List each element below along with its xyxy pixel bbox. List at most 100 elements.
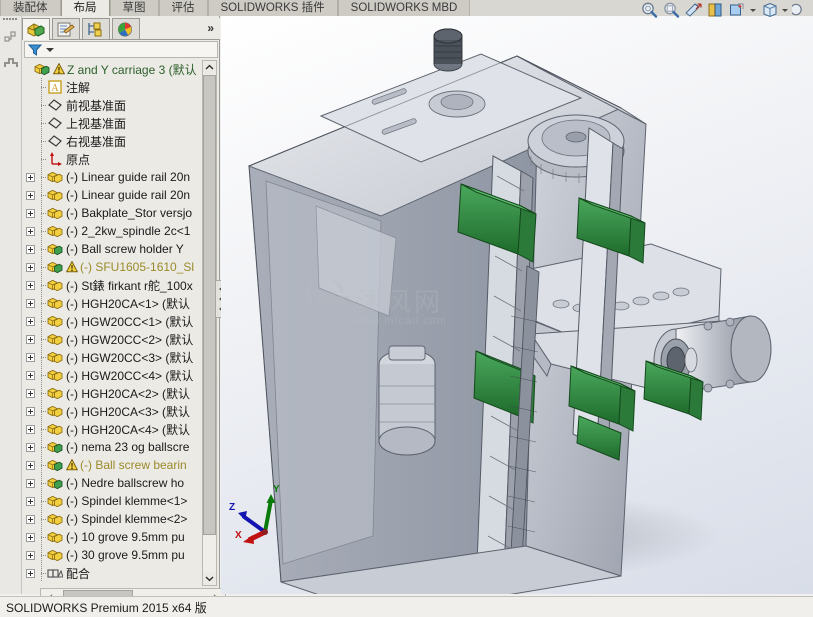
hide-show-items-caret-icon[interactable] bbox=[782, 1, 789, 19]
feature-manager-tab-bar: » bbox=[22, 18, 220, 40]
expand-toggle-icon[interactable] bbox=[26, 550, 35, 560]
feature-tree-item[interactable]: (-) HGW20CC<2> (默认 bbox=[24, 330, 204, 348]
component-icon bbox=[47, 224, 63, 238]
tree-connector bbox=[37, 402, 47, 420]
feature-tree-item[interactable]: (-) HGH20CA<1> (默认 bbox=[24, 294, 204, 312]
expand-toggle-icon[interactable] bbox=[26, 244, 35, 254]
expand-toggle-icon[interactable] bbox=[26, 496, 35, 506]
expand-toggle-icon[interactable] bbox=[26, 460, 35, 470]
graphics-viewport[interactable]: 沐风网 www.mfcad.com Y Z X bbox=[221, 16, 813, 594]
expand-toggle-icon[interactable] bbox=[26, 478, 35, 488]
feature-tree-item[interactable]: 右视基准面 bbox=[24, 132, 204, 150]
feature-tree-item[interactable]: A 注解 bbox=[24, 78, 204, 96]
feature-manager-tab-expander[interactable]: » bbox=[207, 21, 214, 35]
flyout-tree-icon[interactable] bbox=[4, 30, 18, 44]
tree-connector bbox=[37, 474, 47, 492]
feature-tree-item[interactable]: (-) HGH20CA<4> (默认 bbox=[24, 420, 204, 438]
component-icon bbox=[47, 494, 63, 508]
feature-tree-item[interactable]: (-) nema 23 og ballscre bbox=[24, 438, 204, 456]
appearance-icon[interactable] bbox=[790, 1, 811, 19]
feature-tree-item[interactable]: 前视基准面 bbox=[24, 96, 204, 114]
mates-icon bbox=[47, 566, 64, 580]
feature-tree-item[interactable]: (-) 2_2kw_spindle 2c<1 bbox=[24, 222, 204, 240]
feature-tree-item[interactable]: (-) HGW20CC<3> (默认 bbox=[24, 348, 204, 366]
expand-toggle-icon[interactable] bbox=[26, 334, 35, 344]
display-style-caret-icon[interactable] bbox=[750, 1, 757, 19]
feature-tree-item[interactable]: Z and Y carriage 3 (默认 bbox=[24, 60, 204, 78]
plane-icon bbox=[47, 134, 63, 148]
expand-toggle-icon[interactable] bbox=[26, 280, 35, 290]
assembly-icon bbox=[47, 476, 63, 490]
feature-manager-design-tree-tab[interactable] bbox=[22, 18, 50, 40]
expand-toggle-icon[interactable] bbox=[26, 442, 35, 452]
expand-toggle-icon[interactable] bbox=[26, 316, 35, 326]
expand-toggle-icon[interactable] bbox=[26, 514, 35, 524]
display-manager-tab[interactable] bbox=[112, 18, 140, 39]
expand-toggle-icon[interactable] bbox=[26, 388, 35, 398]
property-manager-tab[interactable] bbox=[52, 18, 80, 39]
strip-grip-handle[interactable] bbox=[3, 18, 19, 22]
feature-tree-item[interactable]: (-) Nedre ballscrew ho bbox=[24, 474, 204, 492]
section-view-icon[interactable] bbox=[684, 1, 703, 19]
expand-toggle-icon[interactable] bbox=[26, 226, 35, 236]
scroll-up-button[interactable] bbox=[203, 61, 216, 74]
feature-tree-item[interactable]: (-) SFU1605-1610_Sl bbox=[24, 258, 204, 276]
tree-connector bbox=[37, 384, 47, 402]
display-style-icon[interactable] bbox=[728, 1, 747, 19]
filter-dropdown-caret-icon[interactable] bbox=[46, 47, 54, 52]
expand-toggle-icon[interactable] bbox=[26, 262, 35, 272]
configuration-manager-tab[interactable] bbox=[82, 18, 110, 39]
feature-tree-item[interactable]: (-) HGH20CA<3> (默认 bbox=[24, 402, 204, 420]
feature-tree-item[interactable]: (-) HGW20CC<1> (默认 bbox=[24, 312, 204, 330]
zoom-to-fit-icon[interactable] bbox=[640, 1, 659, 19]
feature-tree-item[interactable]: (-) Linear guide rail 20n bbox=[24, 186, 204, 204]
feature-tree-item[interactable]: (-) Ball screw bearin bbox=[24, 456, 204, 474]
zoom-to-area-icon[interactable] bbox=[662, 1, 681, 19]
feature-tree-vertical-scrollbar[interactable] bbox=[202, 60, 217, 586]
feature-tree-item[interactable]: 上视基准面 bbox=[24, 114, 204, 132]
tree-connector bbox=[37, 348, 47, 366]
expand-toggle-icon[interactable] bbox=[26, 172, 35, 182]
tree-connector bbox=[37, 438, 47, 456]
feature-tree-item[interactable]: (-) 10 grove 9.5mm pu bbox=[24, 528, 204, 546]
feature-tree-item-label: (-) 30 grove 9.5mm pu bbox=[66, 548, 185, 562]
expand-toggle-icon[interactable] bbox=[26, 352, 35, 362]
feature-tree-item-label: (-) 10 grove 9.5mm pu bbox=[66, 530, 185, 544]
expand-toggle-icon[interactable] bbox=[26, 568, 35, 578]
feature-tree-item[interactable]: 配合 bbox=[24, 564, 204, 582]
feature-tree-item[interactable]: (-) Spindel klemme<2> bbox=[24, 510, 204, 528]
ribbon-tab-solidworks-mbd[interactable]: SOLIDWORKS MBD bbox=[337, 0, 471, 16]
scroll-down-button[interactable] bbox=[203, 572, 216, 585]
ribbon-tab-layout[interactable]: 布局 bbox=[60, 0, 110, 16]
ribbon-tab-evaluate[interactable]: 评估 bbox=[158, 0, 208, 16]
feature-tree-item[interactable]: (-) Bakplate_Stor versjo bbox=[24, 204, 204, 222]
expand-toggle-icon[interactable] bbox=[26, 208, 35, 218]
ribbon-tab-sketch[interactable]: 草图 bbox=[109, 0, 159, 16]
tree-filter-bar[interactable] bbox=[24, 41, 218, 58]
view-orientation-icon[interactable] bbox=[706, 1, 725, 19]
step-graph-icon[interactable] bbox=[4, 56, 18, 70]
feature-tree-item[interactable]: (-) Linear guide rail 20n bbox=[24, 168, 204, 186]
feature-tree-item[interactable]: (-) HGW20CC<4> (默认 bbox=[24, 366, 204, 384]
feature-tree-item-label: (-) Linear guide rail 20n bbox=[66, 188, 191, 202]
ribbon-tab-assembly[interactable]: 装配体 bbox=[0, 0, 61, 16]
component-icon bbox=[47, 314, 63, 328]
expand-toggle-icon[interactable] bbox=[26, 532, 35, 542]
feature-tree-item[interactable]: (-) St錶 firkant r舵_100x bbox=[24, 276, 204, 294]
tree-connector bbox=[37, 222, 47, 240]
feature-tree-item[interactable]: 原点 bbox=[24, 150, 204, 168]
tree-connector bbox=[37, 132, 47, 150]
left-command-strip bbox=[0, 16, 22, 594]
expand-toggle-icon[interactable] bbox=[26, 298, 35, 308]
expand-toggle-icon[interactable] bbox=[26, 424, 35, 434]
expand-toggle-icon[interactable] bbox=[26, 190, 35, 200]
tree-connector bbox=[37, 420, 47, 438]
feature-tree-item[interactable]: (-) Ball screw holder Y bbox=[24, 240, 204, 258]
feature-tree-item[interactable]: (-) 30 grove 9.5mm pu bbox=[24, 546, 204, 564]
expand-toggle-icon[interactable] bbox=[26, 370, 35, 380]
feature-tree-item[interactable]: (-) Spindel klemme<1> bbox=[24, 492, 204, 510]
hide-show-items-icon[interactable] bbox=[760, 1, 779, 19]
expand-toggle-icon[interactable] bbox=[26, 406, 35, 416]
ribbon-tab-solidworks-addins[interactable]: SOLIDWORKS 插件 bbox=[207, 0, 338, 16]
feature-tree-item[interactable]: (-) HGH20CA<2> (默认 bbox=[24, 384, 204, 402]
